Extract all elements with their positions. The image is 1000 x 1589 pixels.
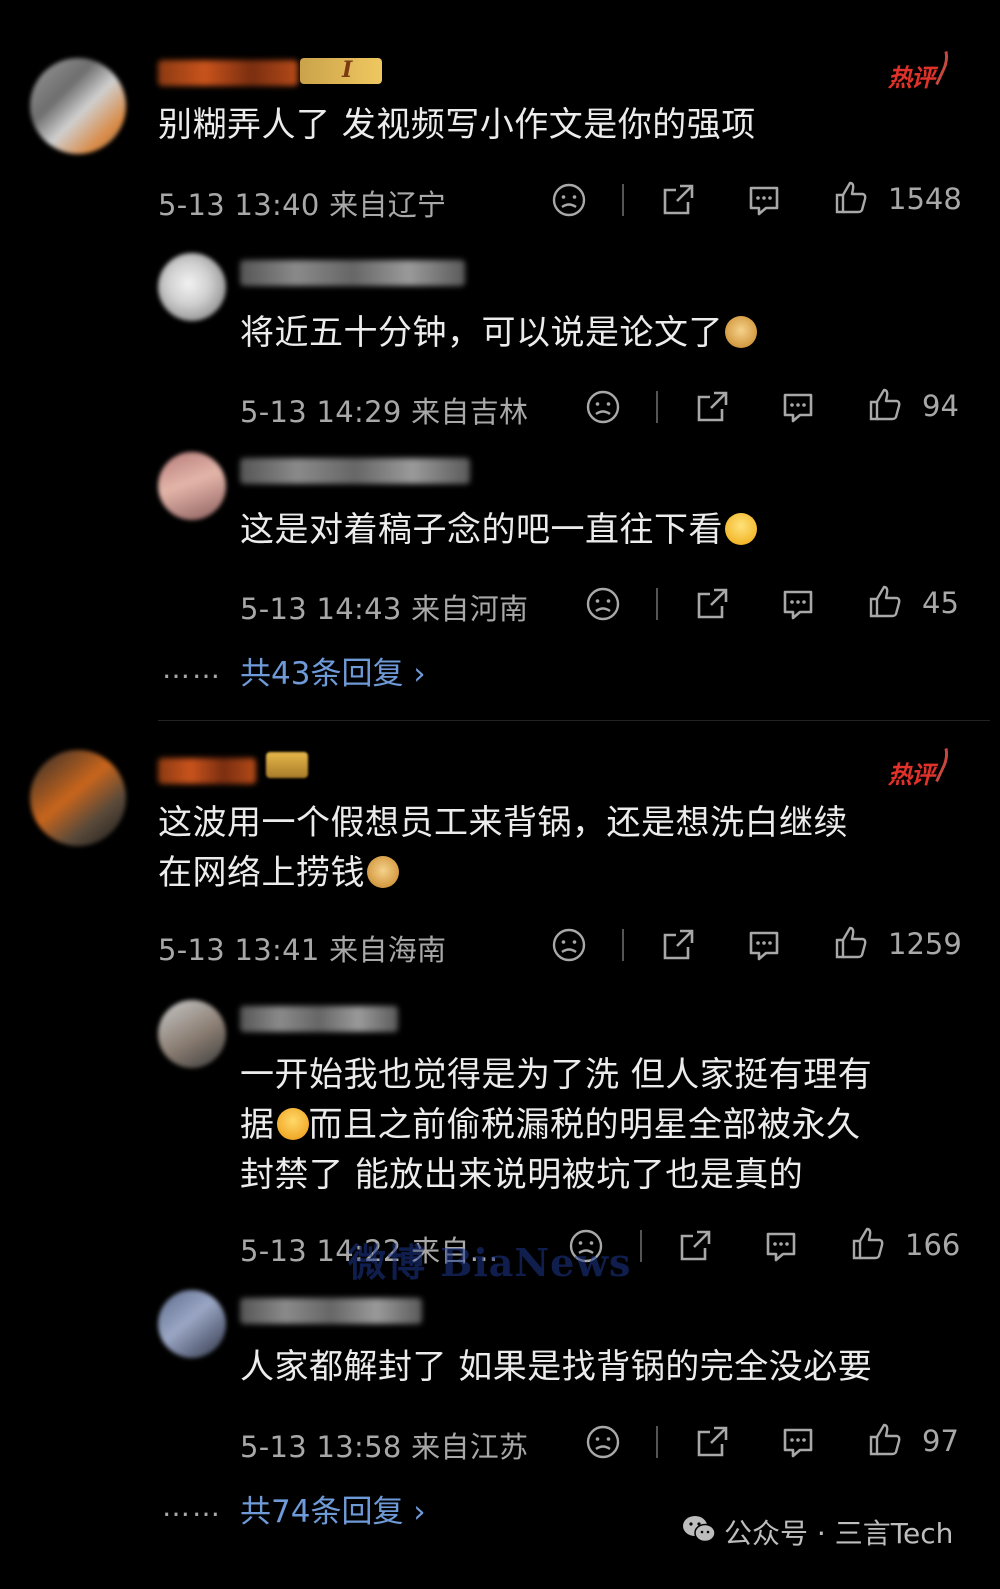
share-icon[interactable] [694,586,730,622]
level-badge: I [300,57,382,84]
fan-badge-icon [266,752,308,778]
comment-divider [158,720,990,721]
reply-text-line3: 封禁了 能放出来说明被坑了也是真的 [240,1155,804,1195]
like-icon[interactable] [833,180,869,216]
comment-icon[interactable] [780,586,816,622]
divider [656,1426,658,1458]
comment-icon[interactable] [763,1228,799,1264]
footer-watermark: 公众号 · 三言Tech [724,1517,954,1550]
username-blurred[interactable] [158,60,298,86]
comment-text: 别糊弄人了 发视频写小作文是你的强项 [158,105,756,145]
drool-emoji-icon [276,1107,309,1140]
like-icon[interactable] [867,387,903,423]
dislike-icon[interactable] [585,1424,621,1460]
divider [622,929,624,961]
like-icon[interactable] [850,1226,886,1262]
hot-comment-badge: 热评 [888,755,935,790]
share-icon[interactable] [694,389,730,425]
like-icon[interactable] [867,584,903,620]
reply-text-line2-start: 据 [240,1105,275,1145]
like-count: 1259 [888,927,962,961]
reply-text: 人家都解封了 如果是找背锅的完全没必要 [240,1347,873,1387]
divider [656,391,658,423]
reply-meta: 5-13 14:43 来自河南 [240,592,529,626]
username-blurred[interactable] [158,758,256,784]
avatar[interactable] [158,1000,226,1068]
username-blurred[interactable] [240,458,470,484]
dislike-icon[interactable] [585,389,621,425]
more-dots: …… [162,1490,222,1523]
avatar[interactable] [158,452,226,520]
comment-icon[interactable] [780,389,816,425]
comment-text-line1: 这波用一个假想员工来背锅，还是想洗白继续 [158,803,848,843]
level-badge-label: I [342,57,353,83]
like-icon[interactable] [833,925,869,961]
reply-text: 这是对着稿子念的吧一直往下看 [240,505,757,555]
view-more-replies-link[interactable]: 共43条回复 › [240,648,426,693]
share-icon[interactable] [677,1228,713,1264]
divider [640,1230,642,1262]
reply-text-line2: 据而且之前偷税漏税的明星全部被永久 [240,1100,861,1150]
reply-text-line1: 一开始我也觉得是为了洗 但人家挺有理有 [240,1055,873,1095]
like-count: 166 [905,1228,961,1262]
like-count: 1548 [888,182,962,216]
dislike-icon[interactable] [551,182,587,218]
share-icon[interactable] [660,927,696,963]
comment-icon[interactable] [746,927,782,963]
avatar[interactable] [30,58,126,154]
dislike-icon[interactable] [551,927,587,963]
comment-meta: 5-13 13:40 来自辽宁 [158,188,447,222]
reply-meta: 5-13 14:29 来自吉林 [240,395,529,429]
reply-text: 将近五十分钟，可以说是论文了 [240,308,757,358]
reply-text-content: 这是对着稿子念的吧一直往下看 [240,510,723,550]
avatar[interactable] [30,750,126,846]
like-count: 94 [922,389,959,423]
share-icon[interactable] [694,1424,730,1460]
doge-emoji-icon [725,315,757,348]
watermark: 微博 BiaNews [348,1240,632,1285]
reply-text-line2-end: 而且之前偷税漏税的明星全部被永久 [308,1105,861,1145]
comment-text-line2: 在网络上捞钱 [158,848,399,898]
doge-emoji-icon [367,855,399,888]
comment-meta: 5-13 13:41 来自海南 [158,933,447,967]
reply-meta: 5-13 13:58 来自江苏 [240,1430,529,1464]
comment-text-line2-content: 在网络上捞钱 [158,853,365,893]
laugh-cry-emoji-icon [725,512,757,545]
more-dots: …… [162,652,222,685]
like-count: 97 [922,1424,959,1458]
dislike-icon[interactable] [585,586,621,622]
username-blurred[interactable] [240,1006,398,1032]
divider [622,184,624,216]
view-more-replies-link[interactable]: 共74条回复 › [240,1486,426,1531]
like-icon[interactable] [867,1422,903,1458]
like-count: 45 [922,586,959,620]
comment-icon[interactable] [746,182,782,218]
username-blurred[interactable] [240,260,465,286]
comment-icon[interactable] [780,1424,816,1460]
username-blurred[interactable] [240,1298,422,1324]
hot-comment-badge: 热评 [888,58,935,93]
divider [656,588,658,620]
share-icon[interactable] [660,182,696,218]
reply-text-content: 将近五十分钟，可以说是论文了 [240,313,723,353]
wechat-icon [682,1514,716,1544]
avatar[interactable] [158,1290,226,1358]
avatar[interactable] [158,253,226,321]
